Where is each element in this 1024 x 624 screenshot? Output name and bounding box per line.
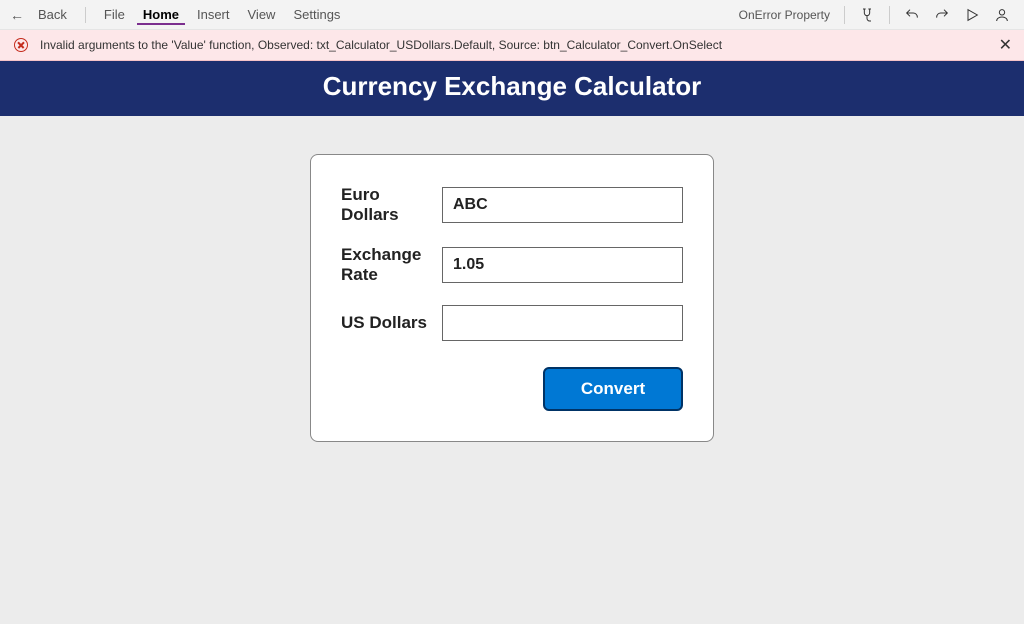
back-button[interactable]: Back [32, 5, 73, 24]
row-usd: US Dollars [341, 305, 683, 341]
euro-input[interactable] [442, 187, 683, 223]
user-icon[interactable] [990, 3, 1014, 27]
menu-file[interactable]: File [98, 5, 131, 24]
toolbar-divider [889, 6, 890, 24]
menu-home[interactable]: Home [137, 5, 185, 25]
menu-divider [85, 7, 86, 23]
euro-label: Euro Dollars [341, 185, 442, 225]
app-canvas: Euro Dollars Exchange Rate US Dollars Co… [0, 116, 1024, 622]
redo-icon[interactable] [930, 3, 954, 27]
undo-icon[interactable] [900, 3, 924, 27]
error-icon [14, 38, 28, 52]
rate-label: Exchange Rate [341, 245, 442, 285]
row-rate: Exchange Rate [341, 245, 683, 285]
app-menubar: ← Back File Home Insert View Settings On… [0, 0, 1024, 30]
error-banner: Invalid arguments to the 'Value' functio… [0, 30, 1024, 61]
close-icon[interactable]: ✕ [999, 35, 1012, 55]
error-message: Invalid arguments to the 'Value' functio… [40, 38, 722, 52]
row-euro: Euro Dollars [341, 185, 683, 225]
play-icon[interactable] [960, 3, 984, 27]
menu-view[interactable]: View [242, 5, 282, 24]
menu-settings[interactable]: Settings [287, 5, 346, 24]
calculator-card: Euro Dollars Exchange Rate US Dollars Co… [310, 154, 714, 442]
usd-input[interactable] [442, 305, 683, 341]
health-check-icon[interactable] [855, 3, 879, 27]
rate-input[interactable] [442, 247, 683, 283]
property-label: OnError Property [739, 8, 830, 22]
menu-insert[interactable]: Insert [191, 5, 236, 24]
convert-button[interactable]: Convert [543, 367, 683, 411]
back-arrow-icon[interactable]: ← [10, 7, 24, 23]
usd-label: US Dollars [341, 313, 442, 333]
app-title: Currency Exchange Calculator [0, 61, 1024, 116]
toolbar-divider [844, 6, 845, 24]
